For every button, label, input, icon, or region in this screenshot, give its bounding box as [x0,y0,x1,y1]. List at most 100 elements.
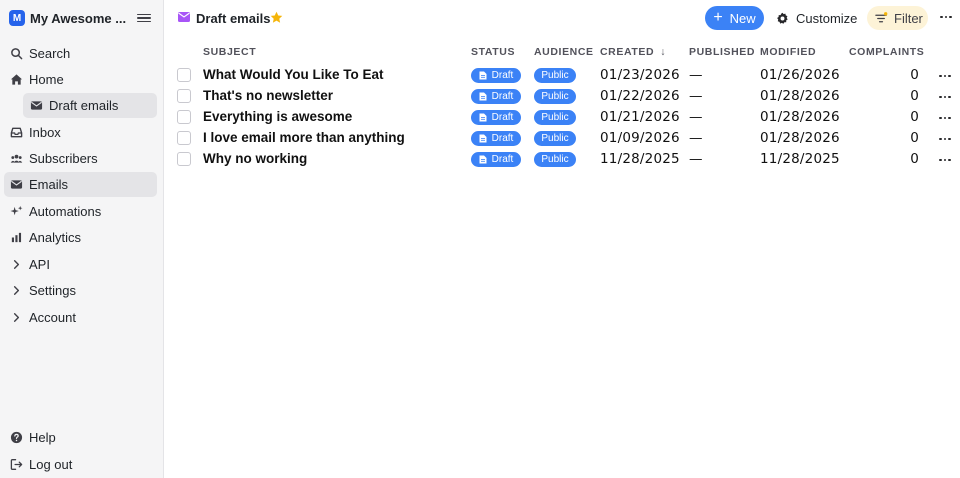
row-checkbox[interactable] [177,131,191,145]
created-date: 01/09/2026 [600,130,680,146]
sidebar-item-draft-emails[interactable]: Draft emails [23,93,157,118]
sidebar-item-settings[interactable]: Settings [4,278,157,303]
document-icon [479,113,487,122]
customize-button[interactable]: Customize [776,6,857,30]
status-badge-label: Draft [491,133,514,144]
column-header-audience[interactable]: AUDIENCE [534,46,594,58]
table-row[interactable]: Why no working Draft Public 11/28/2025 —… [164,149,960,170]
filter-button-label: Filter [894,10,923,26]
workspace-logo: M [9,10,25,26]
status-badge-label: Draft [491,154,514,165]
sidebar-item-help[interactable]: Help [4,425,157,450]
sidebar-item-label: Settings [29,283,76,298]
users-icon [10,152,23,165]
created-date: 01/21/2026 [600,109,680,125]
envelope-icon [10,178,23,191]
row-more-icon[interactable] [938,153,952,167]
chevron-right-icon [10,284,23,297]
column-header-published[interactable]: PUBLISHED [689,46,755,58]
created-date: 01/22/2026 [600,88,680,104]
audience-badge: Public [534,152,576,167]
sidebar-item-analytics[interactable]: Analytics [4,225,157,250]
status-badge: Draft [471,110,521,125]
inbox-icon [10,126,23,139]
star-icon[interactable] [270,11,283,24]
table-row[interactable]: I love email more than anything Draft Pu… [164,128,960,149]
row-checkbox[interactable] [177,110,191,124]
sidebar-item-account[interactable]: Account [4,305,157,330]
row-checkbox[interactable] [177,89,191,103]
menu-icon[interactable] [137,11,151,25]
created-date: 01/23/2026 [600,67,680,83]
row-checkbox[interactable] [177,152,191,166]
email-subject[interactable]: Everything is awesome [203,109,352,124]
complaints-count: 0 [910,88,919,104]
workspace-switcher[interactable]: M My Awesome ... [0,0,163,36]
status-badge-label: Draft [491,70,514,81]
table-row[interactable]: Everything is awesome Draft Public 01/21… [164,107,960,128]
row-more-icon[interactable] [938,132,952,146]
sidebar-item-emails[interactable]: Emails [4,172,157,197]
published-date: — [689,88,703,104]
audience-badge: Public [534,89,576,104]
filter-icon [875,11,888,22]
chevron-right-icon [10,258,23,271]
published-date: — [689,151,703,167]
row-more-icon[interactable] [938,69,952,83]
modified-date: 11/28/2025 [760,151,840,167]
complaints-count: 0 [910,151,919,167]
sidebar-item-label: Draft emails [49,98,119,113]
new-button-label: New [729,10,756,26]
audience-badge: Public [534,131,576,146]
row-checkbox[interactable] [177,68,191,82]
column-header-created[interactable]: CREATED ↓ [600,46,666,58]
status-badge: Draft [471,68,521,83]
email-subject[interactable]: Why no working [203,151,307,166]
column-header-complaints[interactable]: COMPLAINTS [849,46,924,58]
document-icon [479,155,487,164]
sort-descending-icon: ↓ [660,46,667,58]
sidebar-item-automations[interactable]: Automations [4,199,157,224]
status-badge: Draft [471,152,521,167]
filter-button[interactable]: Filter [867,6,928,30]
sparkle-icon [10,205,23,218]
sidebar-item-label: Account [29,310,76,325]
sidebar-item-home[interactable]: Home [4,67,157,92]
row-more-icon[interactable] [938,90,952,104]
search-icon [10,47,23,60]
column-header-created-label: CREATED [600,46,655,58]
table-row[interactable]: What Would You Like To Eat Draft Public … [164,65,960,86]
email-subject[interactable]: I love email more than anything [203,130,405,145]
chevron-right-icon [10,311,23,324]
sidebar-item-search[interactable]: Search [4,41,157,66]
modified-date: 01/28/2026 [760,109,840,125]
status-badge: Draft [471,131,521,146]
more-options-icon[interactable] [939,10,953,24]
header-bar: Draft emails + New Customize Filter [164,0,960,36]
table-row[interactable]: That's no newsletter Draft Public 01/22/… [164,86,960,107]
new-button[interactable]: + New [705,6,764,30]
column-header-modified[interactable]: MODIFIED [760,46,816,58]
email-subject[interactable]: What Would You Like To Eat [203,67,384,82]
sidebar-item-label: Help [29,430,56,445]
customize-button-label: Customize [796,10,858,26]
sidebar-item-logout[interactable]: Log out [4,452,157,477]
modified-date: 01/28/2026 [760,88,840,104]
sidebar-item-label: Emails [29,177,69,192]
sidebar-item-label: Search [29,46,71,61]
complaints-count: 0 [910,67,919,83]
row-more-icon[interactable] [938,111,952,125]
envelope-icon [178,12,190,22]
column-header-subject[interactable]: SUBJECT [203,46,256,58]
modified-date: 01/26/2026 [760,67,840,83]
document-icon [479,92,487,101]
sidebar-item-label: Automations [29,204,102,219]
sidebar-item-inbox[interactable]: Inbox [4,120,157,145]
status-badge-label: Draft [491,112,514,123]
published-date: — [689,109,703,125]
email-subject[interactable]: That's no newsletter [203,88,333,103]
sidebar-item-subscribers[interactable]: Subscribers [4,146,157,171]
sidebar-item-api[interactable]: API [4,252,157,277]
column-header-status[interactable]: STATUS [471,46,515,58]
main-content: Draft emails + New Customize Filter SUBJ… [164,0,960,478]
